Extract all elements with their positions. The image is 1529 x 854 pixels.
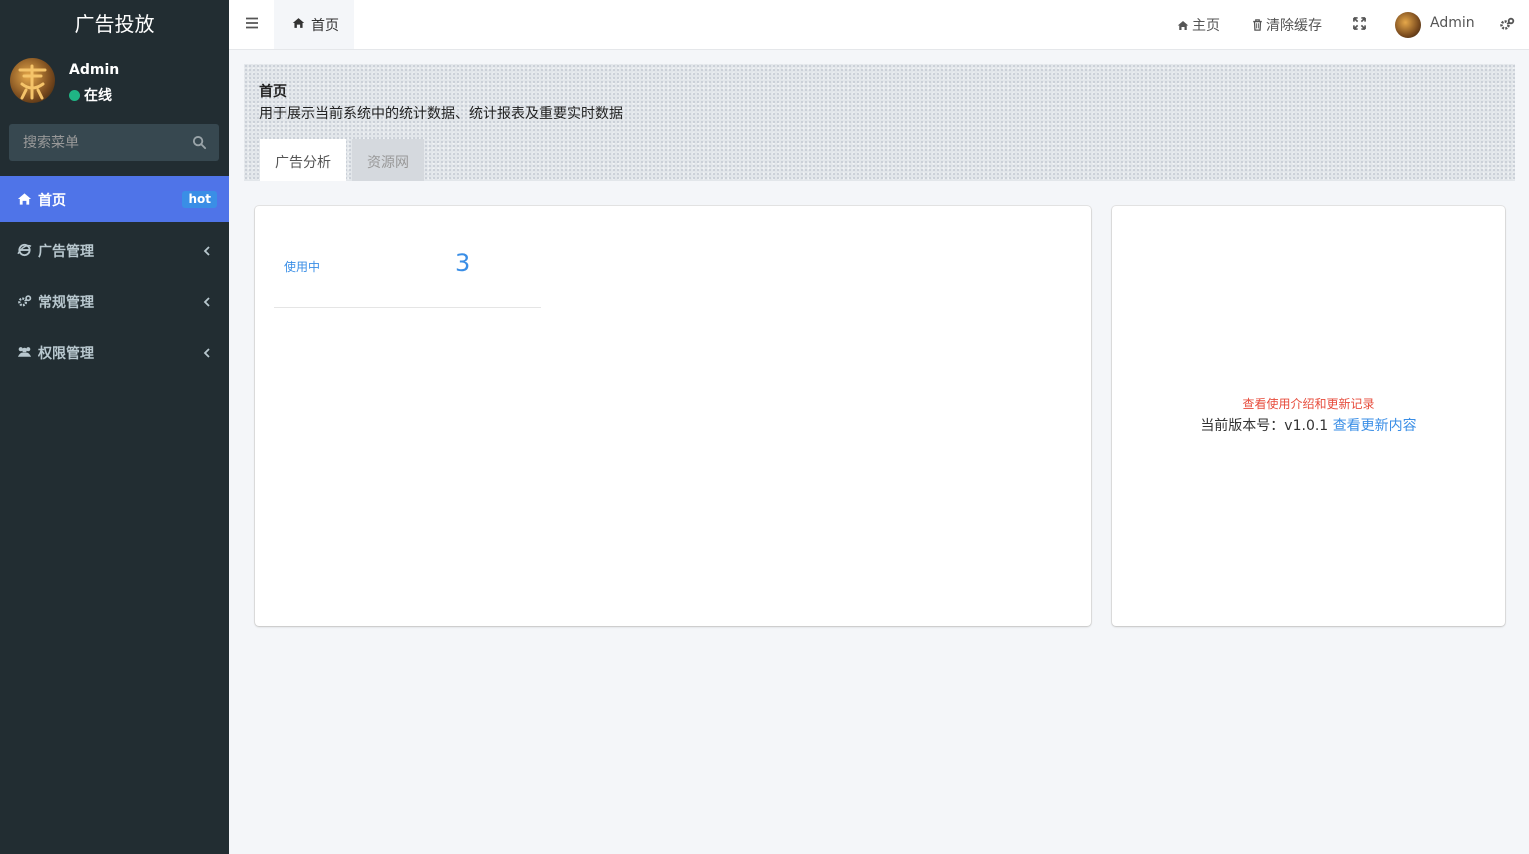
hot-badge: hot xyxy=(182,191,217,208)
page-description: 用于展示当前系统中的统计数据、统计报表及重要实时数据 xyxy=(259,106,623,122)
sidebar-item-label: 常规管理 xyxy=(38,295,94,311)
content-header: 首页 用于展示当前系统中的统计数据、统计报表及重要实时数据 广告分析 资源网 xyxy=(244,64,1515,181)
info-panel: 查看使用介绍和更新记录 当前版本号：v1.0.1 查看更新内容 xyxy=(1112,206,1505,626)
avatar[interactable] xyxy=(1395,12,1421,38)
home-link[interactable]: 主页 xyxy=(1177,15,1220,35)
version-line: 当前版本号：v1.0.1 查看更新内容 xyxy=(1112,415,1505,435)
view-updates-link[interactable]: 查看更新内容 xyxy=(1333,418,1417,434)
top-navbar: 首页 主页 清除缓存 Admin xyxy=(229,0,1529,50)
app-logo[interactable]: 广告投放 xyxy=(0,0,229,50)
clear-cache-link[interactable]: 清除缓存 xyxy=(1252,15,1322,35)
stat-label: 使用中 xyxy=(284,260,321,274)
internet-explorer-icon xyxy=(17,243,32,257)
tab-home[interactable]: 首页 xyxy=(274,0,354,49)
sidebar-item-label: 首页 xyxy=(38,193,66,209)
tab-resource-net[interactable]: 资源网 xyxy=(352,139,424,181)
sidebar-item-home[interactable]: 首页 hot xyxy=(0,176,229,222)
stats-panel: 使用中 3 xyxy=(255,206,1091,626)
tab-home-label: 首页 xyxy=(311,18,339,34)
trash-icon xyxy=(1253,19,1262,31)
search-input[interactable] xyxy=(9,124,179,161)
cogs-icon[interactable] xyxy=(1499,17,1515,31)
cogs-icon xyxy=(18,295,32,307)
user-status: 在线 xyxy=(69,85,112,105)
page-title: 首页 xyxy=(259,84,287,100)
chevron-left-icon xyxy=(203,246,210,256)
sidebar-item-permission-management[interactable]: 权限管理 xyxy=(0,329,229,375)
home-icon xyxy=(292,18,305,28)
chevron-left-icon xyxy=(203,348,210,358)
version-text: 当前版本号：v1.0.1 xyxy=(1200,418,1329,434)
user-menu[interactable]: Admin xyxy=(1430,15,1475,31)
home-icon xyxy=(17,193,32,205)
search-icon[interactable] xyxy=(192,135,207,150)
menu-toggle-icon[interactable] xyxy=(245,16,259,30)
sidebar: 广告投放 Admin 在线 首页 hot 广告管理 常规管理 xyxy=(0,0,229,854)
sidebar-menu: 首页 hot 广告管理 常规管理 权限管理 xyxy=(0,176,229,380)
chevron-left-icon xyxy=(203,297,210,307)
user-status-label: 在线 xyxy=(84,88,112,104)
sidebar-item-label: 权限管理 xyxy=(38,346,94,362)
sidebar-search xyxy=(9,124,219,161)
clear-cache-label: 清除缓存 xyxy=(1266,18,1322,34)
online-status-icon xyxy=(69,90,80,101)
home-icon xyxy=(1177,21,1189,30)
user-name: Admin xyxy=(69,62,120,78)
user-panel: Admin 在线 xyxy=(0,50,229,114)
group-icon xyxy=(17,347,32,357)
fullscreen-icon[interactable] xyxy=(1353,17,1366,30)
avatar xyxy=(10,58,55,103)
home-link-label: 主页 xyxy=(1192,18,1220,34)
sidebar-item-ad-management[interactable]: 广告管理 xyxy=(0,227,229,273)
divider xyxy=(274,307,541,308)
sidebar-item-general-management[interactable]: 常规管理 xyxy=(0,278,229,324)
intro-link[interactable]: 查看使用介绍和更新记录 xyxy=(1112,395,1505,412)
tab-ad-analysis[interactable]: 广告分析 xyxy=(260,139,346,181)
sidebar-item-label: 广告管理 xyxy=(38,244,94,260)
stat-value: 3 xyxy=(455,249,471,277)
